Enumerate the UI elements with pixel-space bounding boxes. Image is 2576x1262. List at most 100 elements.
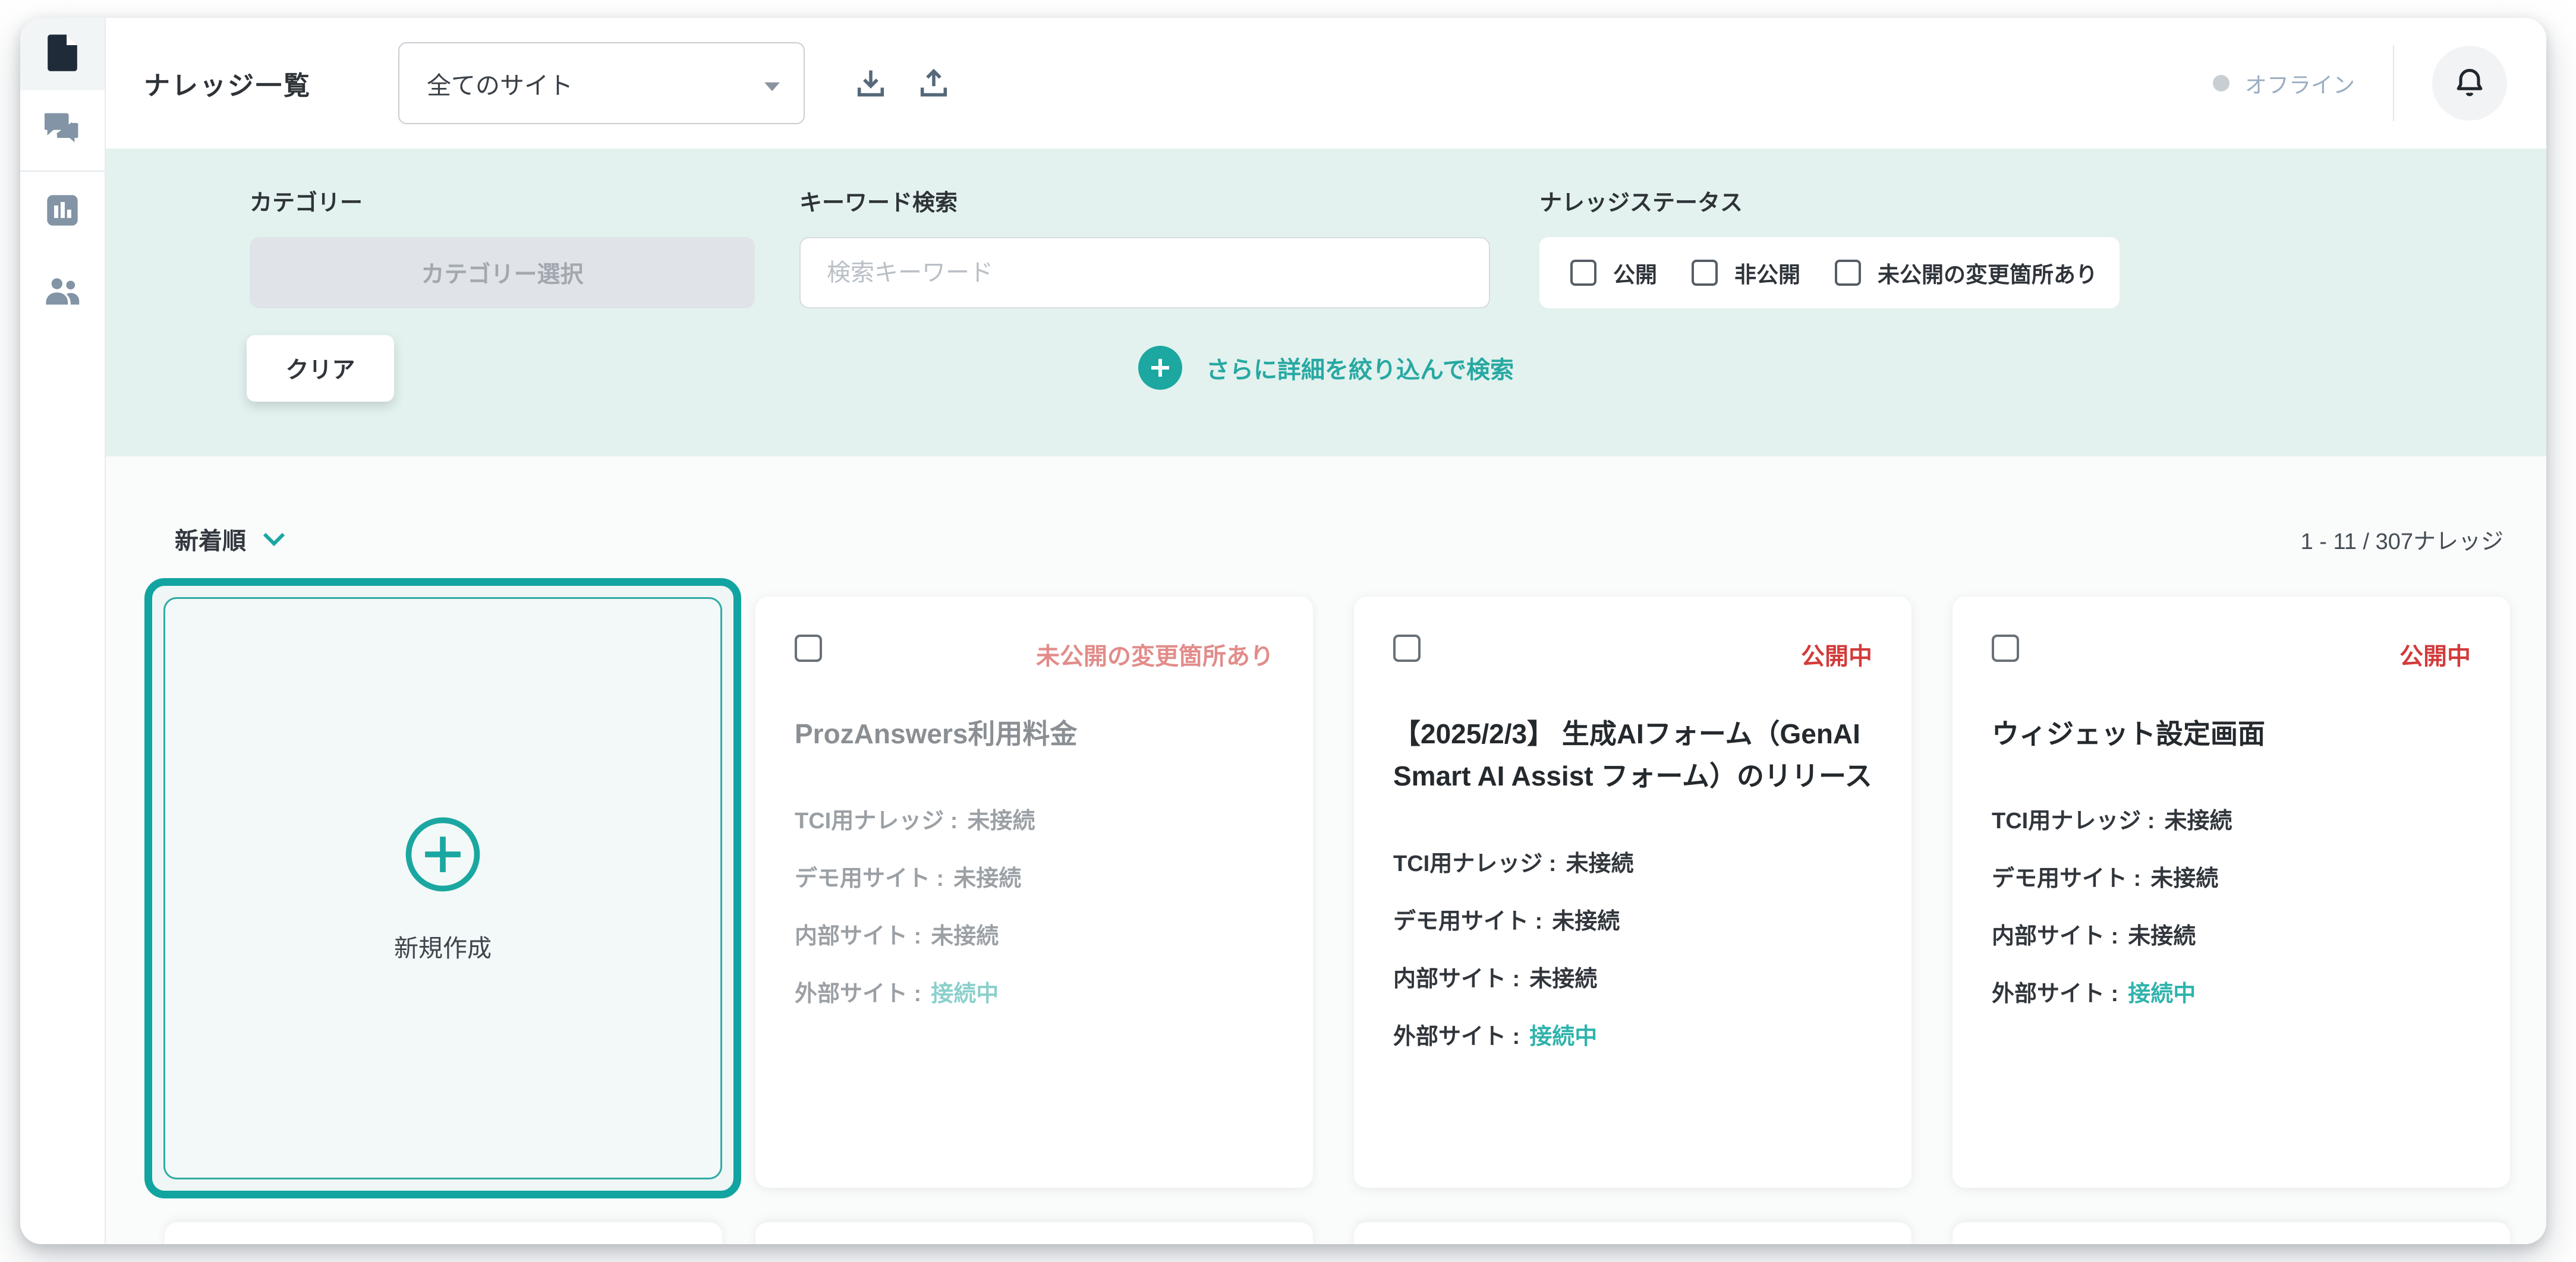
advanced-search-label: さらに詳細を絞り込んで検索 xyxy=(1206,351,1514,385)
chat-icon xyxy=(45,112,80,149)
row-value: 未接続 xyxy=(1552,903,1620,935)
card-connection-rows: TCI用ナレッジ : 未接続 デモ用サイト : 未接続 内部サイト : 未接続 外部サ… xyxy=(1393,832,1872,1063)
card-title: ProzAnswers利用料金 xyxy=(795,713,1274,755)
knowledge-card-partial[interactable] xyxy=(1953,1222,2510,1244)
status-option-private[interactable]: 非公開 xyxy=(1692,257,1800,289)
keyword-filter-group: キーワード検索 xyxy=(799,184,1490,308)
knowledge-card-partial[interactable] xyxy=(755,1222,1313,1244)
new-knowledge-card[interactable]: 新規作成 xyxy=(163,597,722,1179)
row-label: TCI用ナレッジ : xyxy=(795,802,958,835)
row-value: 未接続 xyxy=(967,802,1035,835)
row-label: デモ用サイト : xyxy=(1992,860,2141,892)
header-right: オフライン xyxy=(2213,45,2507,121)
knowledge-card-partial[interactable] xyxy=(1354,1222,1911,1244)
sort-label: 新着順 xyxy=(175,522,246,556)
row-label: 内部サイト : xyxy=(1992,917,2118,950)
row-value: 未接続 xyxy=(931,917,999,950)
upload-icon xyxy=(917,65,951,102)
row-label: デモ用サイト : xyxy=(795,860,944,892)
knowledge-card-partial[interactable] xyxy=(165,1222,722,1244)
offline-status: オフライン xyxy=(2213,67,2355,99)
row-label: デモ用サイト : xyxy=(1393,903,1542,935)
row-value: 未接続 xyxy=(1529,960,1597,993)
category-label: カテゴリー xyxy=(250,184,755,217)
knowledge-list: 新着順 1 - 11 / 307ナレッジ xyxy=(106,456,2546,1244)
checkbox-unpublished-changes-label: 未公開の変更箇所あり xyxy=(1878,257,2098,289)
knowledge-card[interactable]: 未公開の変更箇所あり ProzAnswers利用料金 TCI用ナレッジ : 未接続… xyxy=(755,597,1313,1188)
users-icon xyxy=(44,275,81,309)
row-label: 内部サイト : xyxy=(1393,960,1520,993)
sort-dropdown[interactable]: 新着順 xyxy=(175,522,285,556)
row-value: 未接続 xyxy=(2128,917,2196,950)
keyword-label: キーワード検索 xyxy=(799,184,1490,217)
status-filter-group: ナレッジステータス 公開 非公開 未公開の変更箇所あり xyxy=(1539,184,2120,308)
checkbox-public[interactable] xyxy=(1570,260,1596,286)
checkbox-private-label: 非公開 xyxy=(1734,257,1800,289)
chevron-down-icon xyxy=(263,526,285,553)
sidebar-item-users[interactable] xyxy=(20,252,105,332)
offline-label: オフライン xyxy=(2245,67,2355,99)
card-checkbox[interactable] xyxy=(1992,635,2019,662)
app-window: ナレッジ一覧 全てのサイト xyxy=(20,18,2546,1244)
list-toolbar: 新着順 1 - 11 / 307ナレッジ xyxy=(175,522,2503,556)
keyword-search-input[interactable] xyxy=(799,237,1490,308)
checkbox-private[interactable] xyxy=(1692,260,1718,286)
status-checkbox-group: 公開 非公開 未公開の変更箇所あり xyxy=(1539,237,2120,308)
card-connection-rows: TCI用ナレッジ : 未接続 デモ用サイト : 未接続 内部サイト : 未接続 外部サ… xyxy=(1992,790,2471,1020)
sidebar-item-analytics[interactable] xyxy=(20,172,105,252)
sidebar-item-documents[interactable] xyxy=(20,18,105,90)
upload-button[interactable] xyxy=(917,65,951,102)
row-label: 外部サイト : xyxy=(1393,1018,1520,1050)
checkbox-public-label: 公開 xyxy=(1613,257,1657,289)
plus-circle-icon xyxy=(1138,346,1182,390)
category-filter-group: カテゴリー カテゴリー選択 xyxy=(250,184,755,308)
row-value: 未接続 xyxy=(1566,845,1633,878)
advanced-search-link[interactable]: さらに詳細を絞り込んで検索 xyxy=(106,346,2546,390)
row-label: 内部サイト : xyxy=(795,917,921,950)
download-button[interactable] xyxy=(854,65,888,102)
offline-dot-icon xyxy=(2213,75,2229,92)
checkbox-unpublished-changes[interactable] xyxy=(1835,260,1861,286)
main-area: ナレッジ一覧 全てのサイト xyxy=(106,18,2546,1244)
header: ナレッジ一覧 全てのサイト xyxy=(106,18,2546,149)
status-label: ナレッジステータス xyxy=(1539,184,2120,217)
status-option-public[interactable]: 公開 xyxy=(1570,257,1657,289)
row-value-connected: 接続中 xyxy=(1529,1018,1597,1050)
knowledge-card[interactable]: 公開中 【2025/2/3】 生成AIフォーム（GenAI Smart AI A… xyxy=(1354,597,1911,1188)
row-value-connected: 接続中 xyxy=(931,975,999,1008)
plus-circle-outline-icon xyxy=(402,813,484,898)
row-label: 外部サイト : xyxy=(1992,975,2118,1008)
row-label: TCI用ナレッジ : xyxy=(1393,845,1556,878)
row-value: 未接続 xyxy=(2164,802,2232,835)
new-knowledge-highlight-ring: 新規作成 xyxy=(144,578,741,1198)
status-option-unpublished-changes[interactable]: 未公開の変更箇所あり xyxy=(1835,257,2098,289)
sidebar xyxy=(20,18,106,1244)
page-title: ナレッジ一覧 xyxy=(144,64,311,102)
result-count: 1 - 11 / 307ナレッジ xyxy=(2301,523,2503,556)
card-title: ウィジェット設定画面 xyxy=(1992,713,2471,755)
card-checkbox[interactable] xyxy=(1393,635,1421,662)
filter-panel: カテゴリー カテゴリー選択 キーワード検索 ナレッジステータス 公開 非公開 xyxy=(106,149,2546,456)
header-divider xyxy=(2393,45,2394,121)
card-status-badge: 公開中 xyxy=(2399,637,2471,671)
sidebar-item-chat[interactable] xyxy=(20,90,105,171)
card-title: 【2025/2/3】 生成AIフォーム（GenAI Smart AI Assis… xyxy=(1393,713,1872,798)
row-label: TCI用ナレッジ : xyxy=(1992,802,2155,835)
card-status-badge: 未公開の変更箇所あり xyxy=(1036,637,1274,671)
notifications-button[interactable] xyxy=(2432,46,2507,121)
row-value: 未接続 xyxy=(2150,860,2218,892)
site-filter-value: 全てのサイト xyxy=(427,65,573,101)
row-label: 外部サイト : xyxy=(795,975,921,1008)
bar-chart-icon xyxy=(46,194,79,230)
row-value: 未接続 xyxy=(953,860,1021,892)
card-connection-rows: TCI用ナレッジ : 未接続 デモ用サイト : 未接続 内部サイト : 未接続 外部サ… xyxy=(795,790,1274,1020)
site-filter-select[interactable]: 全てのサイト xyxy=(398,42,805,124)
row-value-connected: 接続中 xyxy=(2128,975,2196,1008)
bell-icon xyxy=(2452,65,2487,102)
card-checkbox[interactable] xyxy=(795,635,822,662)
category-select-button[interactable]: カテゴリー選択 xyxy=(250,237,755,308)
chevron-down-icon xyxy=(764,70,780,97)
knowledge-card[interactable]: 公開中 ウィジェット設定画面 TCI用ナレッジ : 未接続 デモ用サイト : 未接続… xyxy=(1953,597,2510,1188)
new-card-label: 新規作成 xyxy=(394,928,492,964)
document-icon xyxy=(47,34,78,75)
